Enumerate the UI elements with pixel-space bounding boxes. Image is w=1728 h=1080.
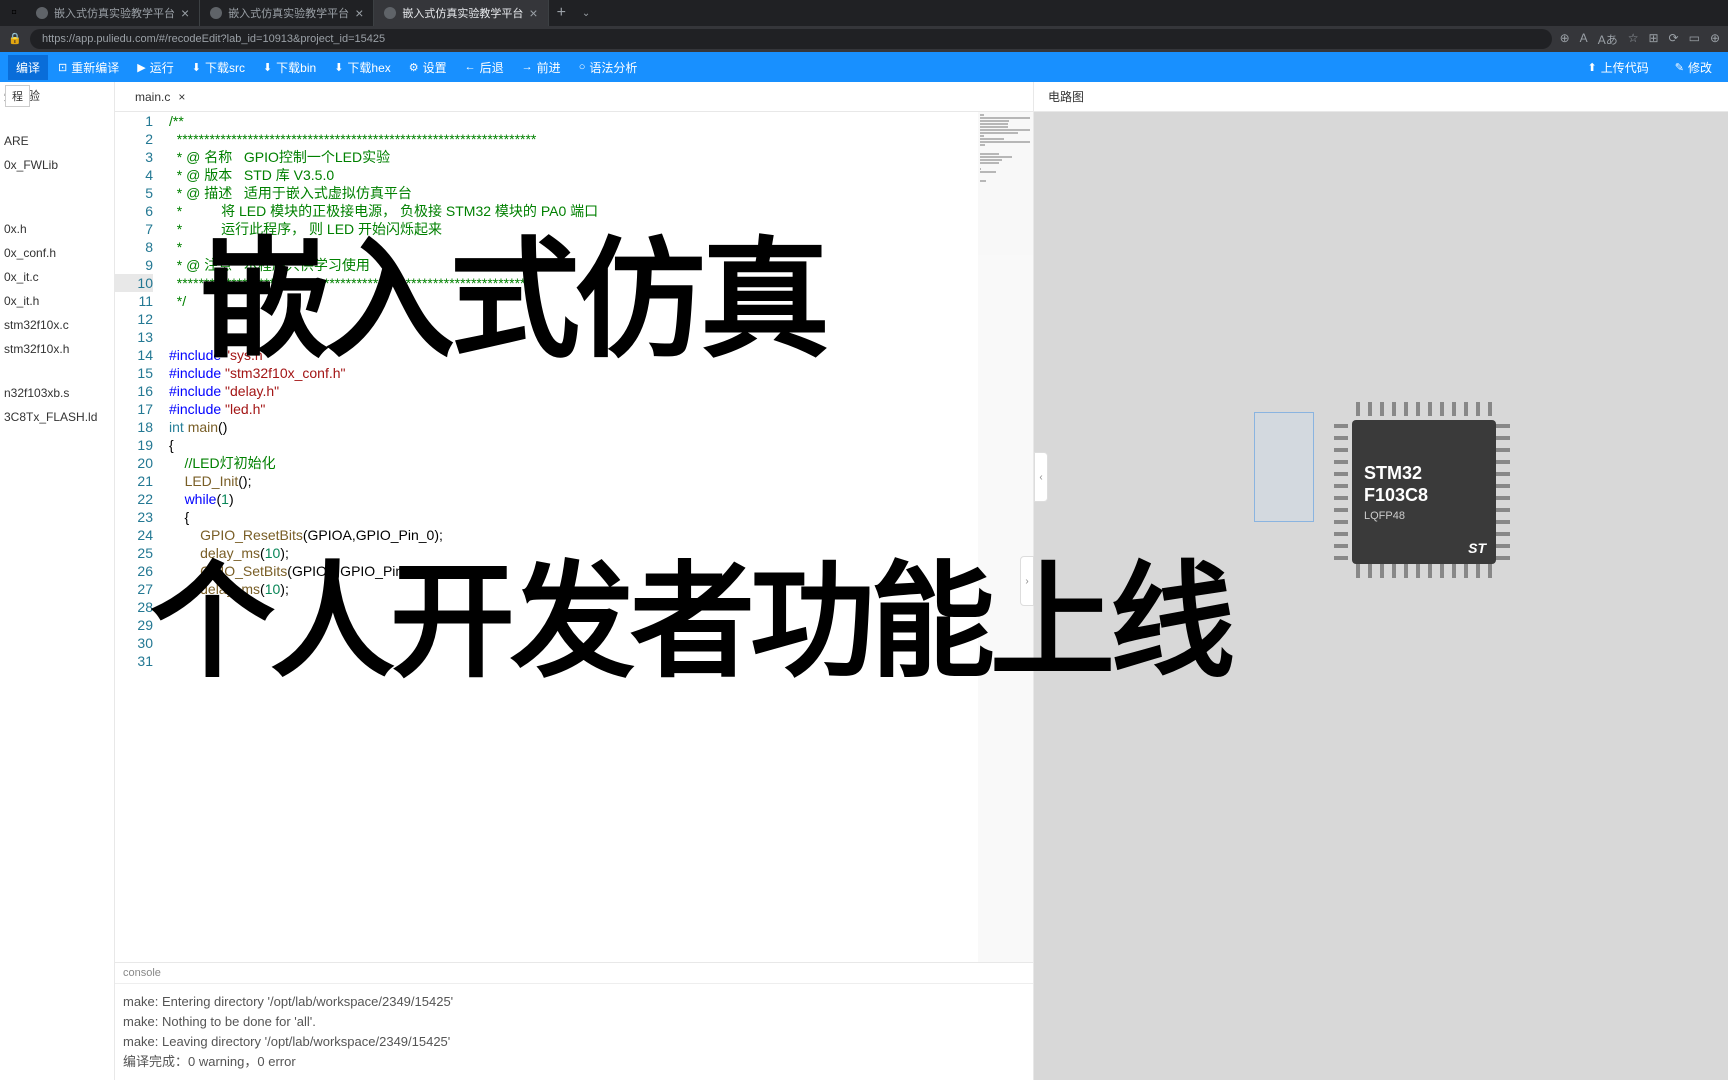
overlay-title-2: 个人开发者功能上线 xyxy=(150,560,1230,685)
stm32-chip[interactable]: STM32 F103C8 LQFP48 ST xyxy=(1334,402,1514,582)
upload-icon: ⬆ xyxy=(1588,61,1597,74)
favicon-icon xyxy=(210,7,222,19)
sidebar-item[interactable]: ARE xyxy=(0,129,114,153)
edit-button[interactable]: ✎修改 xyxy=(1667,55,1720,80)
minimap[interactable] xyxy=(978,112,1033,962)
close-icon[interactable]: × xyxy=(181,5,189,21)
chip-label: STM32 xyxy=(1364,462,1496,484)
sidebar-file[interactable]: stm32f10x.c xyxy=(0,313,114,337)
sidebar-item[interactable]: 0x_FWLib xyxy=(0,153,114,177)
gear-icon: ⚙ xyxy=(409,61,419,74)
download-icon: ⬇ xyxy=(334,61,343,74)
settings-button[interactable]: ⚙设置 xyxy=(401,55,455,80)
sidebar-file[interactable]: 3C8Tx_FLASH.ld xyxy=(0,405,114,429)
browser-tab-active[interactable]: 嵌入式仿真实验教学平台 × xyxy=(374,0,548,26)
circuit-component[interactable] xyxy=(1254,412,1314,522)
browser-tab[interactable]: 嵌入式仿真实验教学平台 × xyxy=(26,0,200,26)
recompile-icon: ⊡ xyxy=(58,61,67,74)
tab-title: 嵌入式仿真实验教学平台 xyxy=(54,5,175,21)
console-header[interactable]: console xyxy=(115,963,1033,984)
file-tab-bar: main.c × xyxy=(115,82,1033,112)
menu-icon[interactable]: ⊕ xyxy=(1710,31,1720,48)
close-icon[interactable]: × xyxy=(178,90,185,104)
window-control-icon[interactable]: ▫ xyxy=(8,7,20,19)
sidebar-file[interactable]: 0x.h xyxy=(0,217,114,241)
lock-icon[interactable]: 🔒 xyxy=(8,32,22,46)
syntax-icon: ○ xyxy=(579,61,586,73)
download-src-button[interactable]: ⬇下载src xyxy=(184,55,253,80)
chip-label: LQFP48 xyxy=(1364,510,1496,522)
line-gutter: 1234567891011121314151617181920212223242… xyxy=(115,112,163,962)
refresh-icon[interactable]: ⟳ xyxy=(1669,31,1679,48)
recompile-button[interactable]: ⊡重新编译 xyxy=(50,55,127,80)
close-icon[interactable]: × xyxy=(529,5,537,21)
chip-label: F103C8 xyxy=(1364,484,1496,506)
browser-tab[interactable]: 嵌入式仿真实验教学平台 × xyxy=(200,0,374,26)
zoom-icon[interactable]: A xyxy=(1580,31,1588,48)
sidebar-file[interactable]: stm32f10x.h xyxy=(0,337,114,361)
forward-button[interactable]: →前进 xyxy=(514,55,569,80)
edit-icon: ✎ xyxy=(1675,61,1684,74)
browser-tab-bar: ▫ 嵌入式仿真实验教学平台 × 嵌入式仿真实验教学平台 × 嵌入式仿真实验教学平… xyxy=(0,0,1728,26)
app-toolbar: 编译 ⊡重新编译 ▶运行 ⬇下载src ⬇下载bin ⬇下载hex ⚙设置 ←后… xyxy=(0,52,1728,82)
expand-handle[interactable]: ‹ xyxy=(1034,452,1048,502)
syntax-button[interactable]: ○语法分析 xyxy=(571,55,646,80)
translate-icon[interactable]: Aあ xyxy=(1598,31,1618,48)
new-tab-button[interactable]: + xyxy=(549,4,574,22)
favorite-icon[interactable]: ☆ xyxy=(1628,31,1639,48)
sidebar-file[interactable]: n32f103xb.s xyxy=(0,381,114,405)
download-hex-button[interactable]: ⬇下载hex xyxy=(326,55,399,80)
back-button[interactable]: ←后退 xyxy=(457,55,512,80)
download-icon: ⬇ xyxy=(192,61,201,74)
close-icon[interactable]: × xyxy=(355,5,363,21)
tab-title: 嵌入式仿真实验教学平台 xyxy=(228,5,349,21)
play-icon: ▶ xyxy=(137,61,145,74)
console-panel: console make: Entering directory '/opt/l… xyxy=(115,962,1033,1080)
circuit-header: 电路图 xyxy=(1034,82,1728,112)
download-icon: ⬇ xyxy=(263,61,272,74)
url-input[interactable]: https://app.puliedu.com/#/recodeEdit?lab… xyxy=(30,29,1552,49)
tab-title: 嵌入式仿真实验教学平台 xyxy=(402,5,523,21)
sidebar-file[interactable]: 0x_conf.h xyxy=(0,241,114,265)
reader-icon[interactable]: ⊕ xyxy=(1560,31,1570,48)
tab-overflow-icon[interactable]: ⌄ xyxy=(574,8,598,19)
favicon-icon xyxy=(384,7,396,19)
panel-icon[interactable]: ▭ xyxy=(1689,31,1700,48)
arrow-left-icon: ← xyxy=(465,61,476,73)
favicon-icon xyxy=(36,7,48,19)
address-bar: 🔒 https://app.puliedu.com/#/recodeEdit?l… xyxy=(0,26,1728,52)
upload-button[interactable]: ⬆上传代码 xyxy=(1580,55,1657,80)
arrow-right-icon: → xyxy=(522,61,533,73)
sidebar-file[interactable]: 0x_it.c xyxy=(0,265,114,289)
file-tab[interactable]: main.c × xyxy=(129,90,191,104)
tooltip: 程 xyxy=(5,85,30,107)
run-button[interactable]: ▶运行 xyxy=(129,55,181,80)
chip-logo: ST xyxy=(1468,540,1486,556)
overlay-title-1: 嵌入式仿真 xyxy=(200,235,825,365)
download-bin-button[interactable]: ⬇下载bin xyxy=(255,55,324,80)
sidebar-file[interactable]: 0x_it.h xyxy=(0,289,114,313)
file-sidebar: 炼实验 ARE 0x_FWLib 0x.h 0x_conf.h 0x_it.c … xyxy=(0,82,115,1080)
console-output: make: Entering directory '/opt/lab/works… xyxy=(115,984,1033,1080)
extension-icon[interactable]: ⊞ xyxy=(1648,31,1658,48)
compile-button[interactable]: 编译 xyxy=(8,55,48,80)
